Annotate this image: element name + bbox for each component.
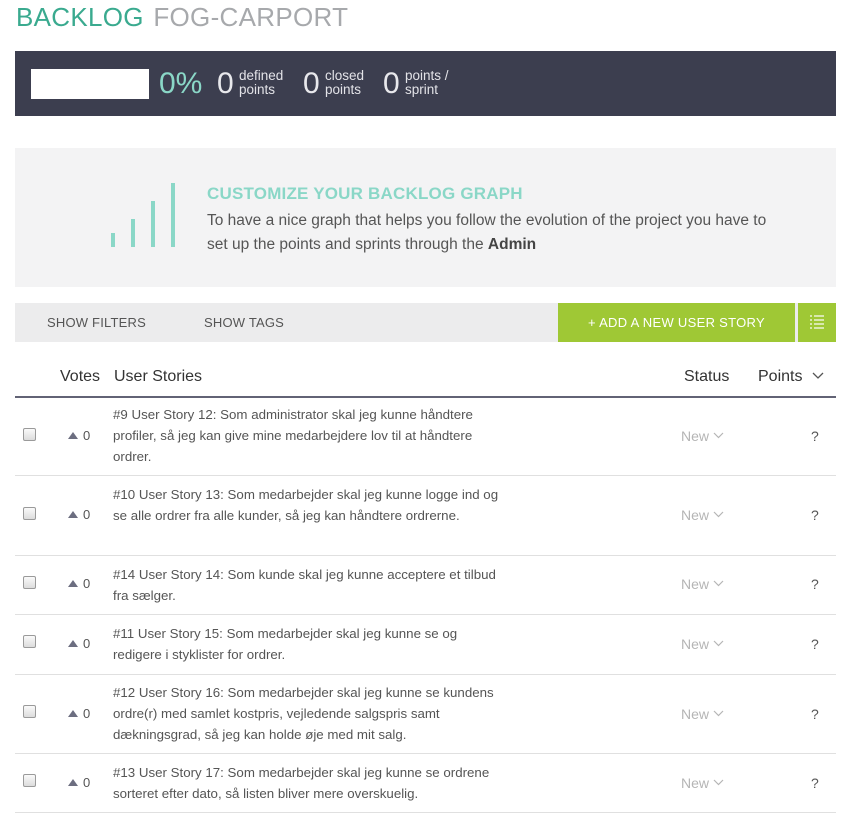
promo-title: CUSTOMIZE YOUR BACKLOG GRAPH [207, 184, 523, 203]
vote-button[interactable]: 0 [68, 428, 90, 443]
status-dropdown[interactable]: New [681, 636, 724, 652]
backlog-toolbar: SHOW FILTERS SHOW TAGS + ADD A NEW USER … [15, 303, 836, 342]
points-value[interactable]: ? [811, 428, 819, 444]
vote-up-icon [68, 779, 78, 786]
row-checkbox[interactable] [23, 774, 36, 787]
show-filters-button[interactable]: SHOW FILTERS [47, 315, 146, 330]
story-link[interactable]: #9 User Story 12: Som administrator skal… [113, 404, 509, 467]
status-dropdown[interactable]: New [681, 706, 724, 722]
story-link[interactable]: #14 User Story 14: Som kunde skal jeg ku… [113, 564, 509, 606]
row-checkbox[interactable] [23, 428, 36, 441]
table-row: 0 #9 User Story 12: Som administrator sk… [15, 398, 836, 476]
stat-label: defined points [239, 68, 284, 97]
chevron-down-icon [713, 432, 724, 439]
vote-button[interactable]: 0 [68, 507, 90, 522]
chevron-down-icon [713, 779, 724, 786]
add-user-story-button[interactable]: + ADD A NEW USER STORY [558, 303, 795, 342]
stat-label: closed points [325, 68, 365, 97]
table-row: 0 #13 User Story 17: Som medarbejder ska… [15, 754, 836, 813]
row-checkbox[interactable] [23, 576, 36, 589]
vote-up-icon [68, 710, 78, 717]
show-tags-button[interactable]: SHOW TAGS [204, 315, 284, 330]
points-value[interactable]: ? [811, 706, 819, 722]
story-link[interactable]: #11 User Story 15: Som medarbejder skal … [113, 623, 509, 665]
table-row: 0 #12 User Story 16: Som medarbejder ska… [15, 675, 836, 754]
status-dropdown[interactable]: New [681, 775, 724, 791]
story-link[interactable]: #12 User Story 16: Som medarbejder skal … [113, 682, 509, 745]
row-checkbox[interactable] [23, 635, 36, 648]
progress-bar [31, 69, 149, 99]
vote-up-icon [68, 432, 78, 439]
points-value[interactable]: ? [811, 576, 819, 592]
stat-value: 0 [383, 67, 400, 100]
promo-text: To have a nice graph that helps you foll… [207, 212, 767, 253]
page-title-main: BACKLOG [16, 2, 144, 32]
vote-up-icon [68, 580, 78, 587]
chevron-down-icon [713, 710, 724, 717]
points-value[interactable]: ? [811, 507, 819, 523]
project-name: FOG-CARPORT [153, 2, 349, 32]
vote-button[interactable]: 0 [68, 636, 90, 651]
table-row: 0 #14 User Story 14: Som kunde skal jeg … [15, 556, 836, 615]
story-link[interactable]: #13 User Story 17: Som medarbejder skal … [113, 762, 509, 804]
table-row: 0 #10 User Story 13: Som medarbejder ska… [15, 476, 836, 556]
points-value[interactable]: ? [811, 775, 819, 791]
status-dropdown[interactable]: New [681, 507, 724, 523]
list-icon [810, 315, 824, 329]
chevron-down-icon [713, 580, 724, 587]
votes-header: Votes [60, 368, 101, 385]
row-checkbox[interactable] [23, 507, 36, 520]
customize-graph-panel: CUSTOMIZE YOUR BACKLOG GRAPH To have a n… [15, 148, 836, 287]
story-link[interactable]: #10 User Story 13: Som medarbejder skal … [113, 484, 509, 526]
admin-link[interactable]: Admin [488, 236, 536, 253]
page-title: BACKLOG FOG-CARPORT [16, 2, 348, 33]
status-header: Status [684, 368, 730, 385]
chevron-down-icon [812, 372, 824, 379]
points-value[interactable]: ? [811, 636, 819, 652]
table-header: Votes User Stories Status Points [15, 358, 836, 398]
user-stories-header: User Stories [114, 368, 203, 385]
vote-up-icon [68, 640, 78, 647]
status-dropdown[interactable]: New [681, 428, 724, 444]
chevron-down-icon [713, 511, 724, 518]
stat-value: 0 [303, 67, 320, 100]
stat-value: 0 [217, 67, 234, 100]
vote-button[interactable]: 0 [68, 775, 90, 790]
row-checkbox[interactable] [23, 705, 36, 718]
vote-button[interactable]: 0 [68, 706, 90, 721]
status-dropdown[interactable]: New [681, 576, 724, 592]
stat-label: points / sprint [405, 68, 449, 97]
bulk-list-button[interactable] [798, 303, 836, 342]
backlog-summary: 0% 0 defined points 0 closed points 0 poin… [15, 51, 836, 116]
vote-button[interactable]: 0 [68, 576, 90, 591]
chevron-down-icon [713, 640, 724, 647]
points-header[interactable]: Points [758, 368, 824, 386]
progress-percent: 0% [159, 67, 203, 100]
vote-up-icon [68, 511, 78, 518]
table-row: 0 #11 User Story 15: Som medarbejder ska… [15, 615, 836, 675]
